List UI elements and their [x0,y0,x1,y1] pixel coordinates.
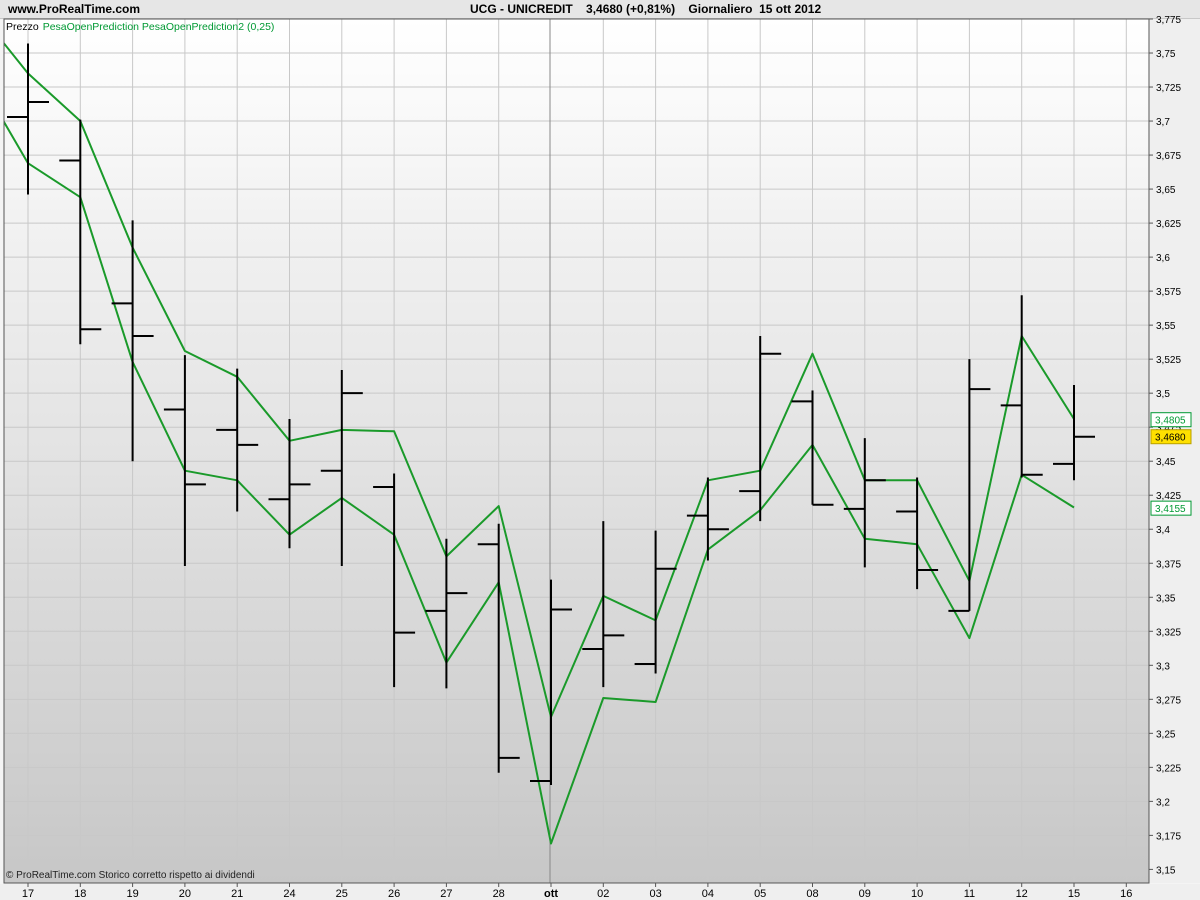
x-tick-label: 17 [22,888,34,900]
price-chart[interactable]: 3,15 3,175 3,2 3,225 3,25 3,275 3,3 3,325 3,35 3,… [0,0,1200,900]
last-tag-label: 3,4805 [1155,416,1186,427]
y-tick-label: 3,775 [1156,15,1181,26]
y-tick-label: 3,525 [1156,355,1181,366]
legend-indicator: PesaOpenPrediction PesaOpenPrediction2 (… [43,21,275,33]
y-tick-label: 3,2 [1156,797,1170,808]
x-tick-label: 03 [649,888,661,900]
x-tick-label: 26 [388,888,400,900]
x-tick-label: 19 [126,888,138,900]
y-tick-label: 3,225 [1156,763,1181,774]
x-tick-label: 20 [179,888,191,900]
y-tick-label: 3,15 [1156,865,1176,876]
y-tick-label: 3,675 [1156,151,1181,162]
y-tick-label: 3,6 [1156,253,1170,264]
x-tick-label: 10 [911,888,923,900]
y-tick-label: 3,75 [1156,49,1176,60]
x-tick-label: 02 [597,888,609,900]
y-tick-label: 3,25 [1156,729,1176,740]
y-tick-label: 3,425 [1156,491,1181,502]
y-tick-label: 3,175 [1156,831,1181,842]
last-tag-label: 3,4680 [1155,433,1186,444]
y-tick-label: 3,7 [1156,117,1170,128]
x-tick-label: 12 [1016,888,1028,900]
x-tick-label: 04 [702,888,714,900]
y-tick-label: 3,575 [1156,287,1181,298]
x-tick-label: 15 [1068,888,1080,900]
y-tick-label: 3,35 [1156,593,1176,604]
x-tick-label: 21 [231,888,243,900]
y-tick-label: 3,625 [1156,219,1181,230]
legend: Prezzo PesaOpenPrediction PesaOpenPredict… [6,21,274,33]
y-tick-label: 3,375 [1156,559,1181,570]
x-tick-label: 27 [440,888,452,900]
y-tick-label: 3,4 [1156,525,1170,536]
y-tick-label: 3,65 [1156,185,1176,196]
y-tick-label: 3,725 [1156,83,1181,94]
x-tick-label: 25 [336,888,348,900]
y-tick-label: 3,45 [1156,457,1176,468]
x-tick-label: 08 [806,888,818,900]
y-tick-label: 3,275 [1156,695,1181,706]
x-tick-label: 11 [964,888,975,900]
footer-note: © ProRealTime.com Storico corretto rispe… [6,870,255,881]
y-tick-label: 3,5 [1156,389,1170,400]
y-tick-label: 3,55 [1156,321,1176,332]
legend-prefix: Prezzo [6,21,39,33]
x-tick-label: 16 [1120,888,1132,900]
x-tick-label: 28 [493,888,505,900]
y-tick-label: 3,3 [1156,661,1170,672]
x-tick-label: 18 [74,888,86,900]
x-tick-label: 09 [859,888,871,900]
x-tick-label: 05 [754,888,766,900]
x-tick-label: ott [544,888,558,900]
y-tick-label: 3,325 [1156,627,1181,638]
x-tick-label: 24 [283,888,295,900]
y-axis-area [1150,19,1200,883]
last-tag-label: 3,4155 [1155,504,1186,515]
